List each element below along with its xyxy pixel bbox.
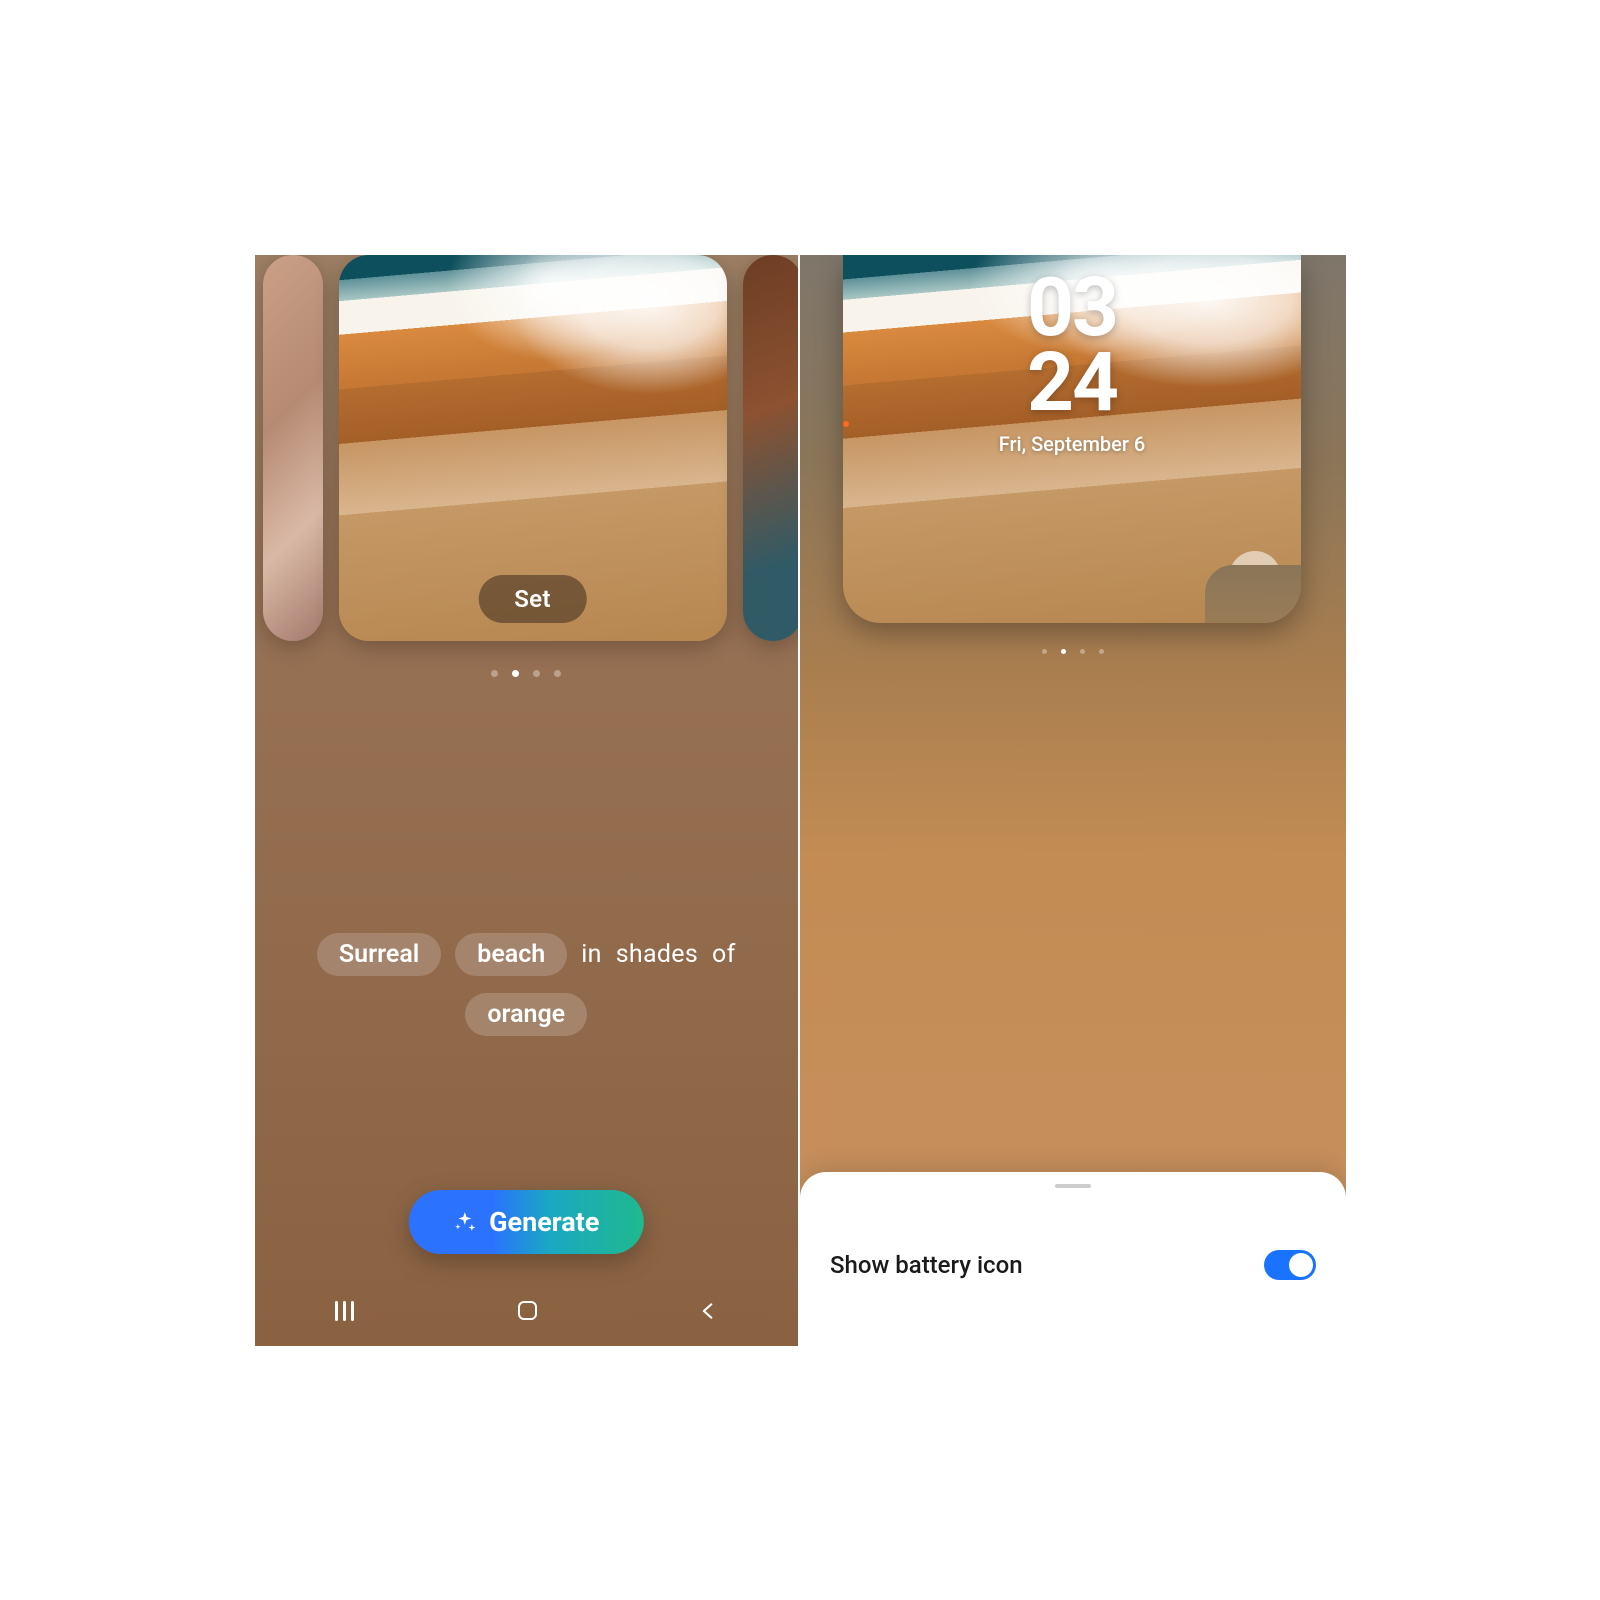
- prompt-chip-subject[interactable]: beach: [455, 933, 567, 976]
- option-label: Show battery icon: [830, 1251, 1023, 1279]
- prompt-row-2: orange: [255, 993, 799, 1036]
- lockscreen-editor-screen: 03 24 Fri, September 6 Show battery icon: [800, 255, 1346, 1346]
- nav-back-button[interactable]: [698, 1301, 718, 1321]
- option-row: Show battery icon: [830, 1250, 1316, 1280]
- privacy-indicator-dot: [843, 421, 849, 427]
- sheet-grab-handle[interactable]: [1055, 1184, 1091, 1188]
- generate-button[interactable]: Generate: [409, 1190, 643, 1254]
- prompt-word: shades: [616, 940, 698, 969]
- android-nav-bar: [255, 1290, 799, 1332]
- nav-home-button[interactable]: [518, 1301, 537, 1320]
- sparkle-icon: [453, 1210, 477, 1234]
- carousel-card-next[interactable]: [743, 255, 801, 641]
- clock-minutes: 24: [1027, 346, 1117, 421]
- prompt-word: in: [581, 940, 602, 969]
- prompt-word: of: [712, 940, 736, 969]
- prompt-chip-color[interactable]: orange: [465, 993, 587, 1036]
- wallpaper-generator-screen: Set Surreal beach in shades of orange Ge…: [255, 255, 801, 1346]
- lockscreen-page-indicator: [800, 649, 1346, 654]
- lockscreen-preview-card[interactable]: 03 24 Fri, September 6: [843, 255, 1301, 623]
- carousel-card-current[interactable]: Set: [339, 255, 727, 641]
- bottom-sheet[interactable]: Show battery icon: [800, 1172, 1346, 1346]
- carousel-card-prev[interactable]: [263, 255, 323, 641]
- carousel-page-indicator: [255, 670, 799, 677]
- clock-date: Fri, September 6: [999, 435, 1146, 453]
- lockscreen-clock[interactable]: 03 24 Fri, September 6: [843, 271, 1301, 454]
- prompt-row-1: Surreal beach in shades of: [255, 933, 799, 976]
- nav-recents-button[interactable]: [335, 1301, 357, 1321]
- prompt-chip-style[interactable]: Surreal: [317, 933, 441, 976]
- generate-button-label: Generate: [489, 1206, 599, 1238]
- battery-icon-toggle[interactable]: [1264, 1250, 1316, 1280]
- set-wallpaper-button[interactable]: Set: [478, 575, 587, 623]
- wallpaper-carousel[interactable]: Set: [255, 255, 799, 641]
